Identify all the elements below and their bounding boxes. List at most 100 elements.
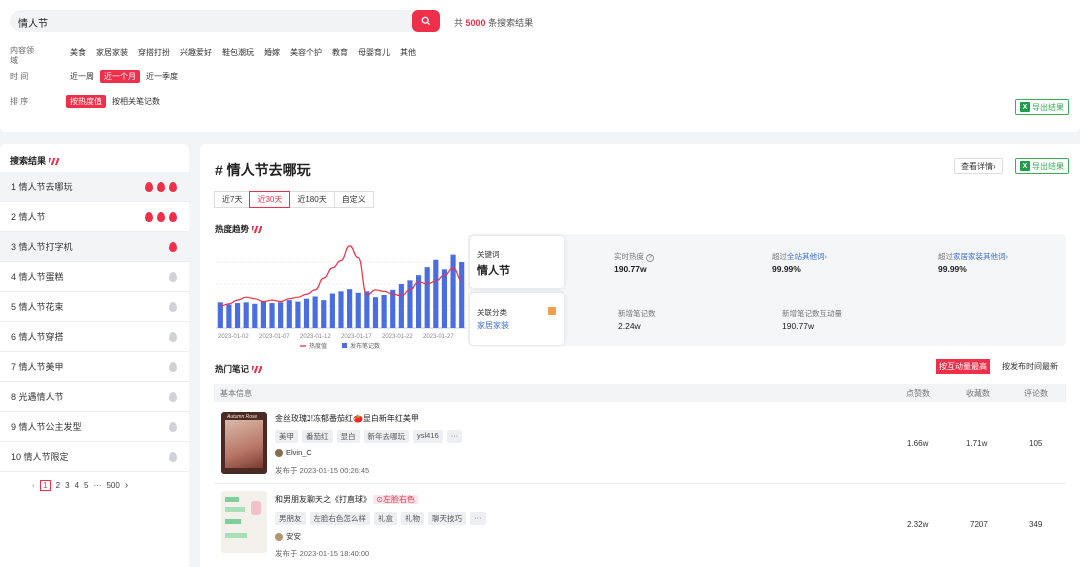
note-title[interactable]: 金丝玫瑰ℷ!冻郁番茄红🍅显白新年红美甲 xyxy=(275,413,419,424)
page-number[interactable]: 2 xyxy=(56,481,60,490)
category-link[interactable]: 家居家装 xyxy=(477,320,509,331)
note-publish-time: 发布于 2023-01-15 18:40:00 xyxy=(275,549,370,558)
time-filter-option[interactable]: 近一个月 xyxy=(100,70,140,83)
search-bar[interactable]: 情人节 xyxy=(10,10,440,32)
bar xyxy=(260,301,266,328)
bar xyxy=(321,300,327,328)
note-saves: 1.71w xyxy=(966,439,988,448)
note-author[interactable]: Elvin_C xyxy=(275,448,312,457)
note-title[interactable]: 和男朋友聊天之《打直球》 ⊙左脸右色 xyxy=(275,494,418,505)
note-tag[interactable]: 聊天技巧 xyxy=(428,512,466,525)
note-likes: 2.32w xyxy=(907,520,929,529)
export-button-top[interactable]: X 导出结果 xyxy=(1015,99,1069,115)
above-category-label: 超过家居家装其他词› xyxy=(938,252,1008,261)
sidebar-item[interactable]: 9 情人节公主发型 xyxy=(0,412,189,442)
time-range-tabs: 近7天 近30天 近180天 自定义 xyxy=(214,191,374,208)
tab-range[interactable]: 自定义 xyxy=(333,191,374,208)
bar xyxy=(347,289,353,328)
flame-icon xyxy=(169,242,177,252)
note-tag[interactable]: 显白 xyxy=(336,430,360,443)
page-number[interactable]: 3 xyxy=(65,481,69,490)
category-words-link[interactable]: 家居家装其他词› xyxy=(953,252,1008,261)
page-number[interactable]: 5 xyxy=(84,481,88,490)
new-notes-label: 新增笔记数 xyxy=(618,309,656,318)
note-tag[interactable]: 番茄红 xyxy=(302,430,333,443)
content-filter-option[interactable]: 兴趣爱好 xyxy=(176,46,216,59)
sidebar-item-label: 7 情人节美甲 xyxy=(11,362,64,372)
sort-filter-option[interactable]: 按热度值 xyxy=(66,95,106,108)
export-button[interactable]: X 导出结果 xyxy=(1015,158,1069,174)
sidebar-item[interactable]: 3 情人节打字机 xyxy=(0,232,189,262)
next-page-icon[interactable]: › xyxy=(125,480,128,491)
time-filter-option[interactable]: 近一季度 xyxy=(142,70,182,83)
x-tick-label: 2023-01-07 xyxy=(259,334,290,340)
avatar xyxy=(275,532,283,541)
sort-by-time-button[interactable]: 按发布时间最新 xyxy=(1002,361,1058,372)
content-filter-option[interactable]: 鞋包潮玩 xyxy=(218,46,258,59)
note-tag[interactable]: 男朋友 xyxy=(275,512,306,525)
tab-range[interactable]: 近7天 xyxy=(214,191,251,208)
sidebar-item[interactable]: 4 情人节蛋糕 xyxy=(0,262,189,292)
bar xyxy=(312,296,318,328)
note-tag[interactable]: 左脸右色怎么样 xyxy=(309,512,370,525)
note-thumbnail[interactable] xyxy=(221,491,267,553)
sort-filter-option[interactable]: 按相关笔记数 xyxy=(108,95,164,108)
content-filter-option[interactable]: 婚嫁 xyxy=(260,46,284,59)
page-number[interactable]: 1 xyxy=(39,480,51,491)
content-filter-label: 内容领域 xyxy=(10,46,34,65)
bar xyxy=(355,292,361,328)
note-thumbnail[interactable]: Autumn Rose xyxy=(221,412,267,474)
note-author[interactable]: 安安 xyxy=(275,531,301,542)
heat-indicator xyxy=(169,422,177,432)
tab-range[interactable]: 近180天 xyxy=(289,191,335,208)
heat-indicator xyxy=(169,392,177,402)
sidebar-item[interactable]: 10 情人节限定 xyxy=(0,442,189,472)
sidebar-item[interactable]: 1 情人节去哪玩 xyxy=(0,172,189,202)
above-all-value: 99.99% xyxy=(772,264,801,274)
content-filter-option[interactable]: 美食 xyxy=(66,46,90,59)
bar xyxy=(234,303,241,328)
flame-icon xyxy=(157,212,165,222)
note-tag[interactable]: 礼盒 xyxy=(374,512,397,525)
view-details-button[interactable]: 查看详情› xyxy=(954,158,1003,174)
content-filter-option[interactable]: 穿搭打扮 xyxy=(134,46,174,59)
page-number[interactable]: 4 xyxy=(75,481,79,490)
bar xyxy=(459,262,465,328)
sidebar-item[interactable]: 2 情人节 xyxy=(0,202,189,232)
x-tick-label: 2023-01-17 xyxy=(341,334,372,340)
content-filter-option[interactable]: 美容个护 xyxy=(286,46,326,59)
content-filter-option[interactable]: 母婴育儿 xyxy=(354,46,394,59)
note-badge[interactable]: ⊙左脸右色 xyxy=(373,495,418,504)
legend-notes-label: 发布笔记数 xyxy=(350,342,380,350)
page-number[interactable]: 500 xyxy=(106,481,119,490)
sidebar-item-label: 1 情人节去哪玩 xyxy=(11,182,73,192)
bar xyxy=(338,291,344,328)
page-number[interactable]: ··· xyxy=(93,481,101,490)
note-tag[interactable]: ysl416 xyxy=(413,430,443,443)
sidebar-item[interactable]: 6 情人节穿搭 xyxy=(0,322,189,352)
content-filter-option[interactable]: 教育 xyxy=(328,46,352,59)
content-filter-option[interactable]: 其他 xyxy=(396,46,420,59)
sidebar-item[interactable]: 7 情人节美甲 xyxy=(0,352,189,382)
bar xyxy=(329,293,335,328)
sidebar-item[interactable]: 5 情人节花束 xyxy=(0,292,189,322)
search-input[interactable]: 情人节 xyxy=(18,15,48,30)
note-tag[interactable]: 礼物 xyxy=(401,512,424,525)
sort-by-interaction-button[interactable]: 按互动量最高 xyxy=(936,359,990,374)
note-tag[interactable]: ··· xyxy=(470,512,486,525)
note-tag[interactable]: ··· xyxy=(446,430,463,443)
time-filter-option[interactable]: 近一周 xyxy=(66,70,98,83)
sort-filter-label: 排 序 xyxy=(10,97,29,106)
prev-page-icon[interactable]: ‹ xyxy=(32,481,35,490)
category-card: 关联分类 家居家装 xyxy=(470,293,564,345)
search-button[interactable] xyxy=(412,10,440,32)
sidebar-item[interactable]: 8 光遇情人节 xyxy=(0,382,189,412)
flame-icon xyxy=(169,332,177,342)
note-tag[interactable]: 新年去哪玩 xyxy=(363,430,409,443)
content-filter-option[interactable]: 家居家装 xyxy=(92,46,132,59)
heat-indicator xyxy=(169,302,177,312)
all-words-link[interactable]: 全站其他词› xyxy=(787,252,827,261)
tab-range[interactable]: 近30天 xyxy=(249,191,291,208)
note-tag[interactable]: 美甲 xyxy=(275,430,298,443)
flame-icon xyxy=(145,212,153,222)
